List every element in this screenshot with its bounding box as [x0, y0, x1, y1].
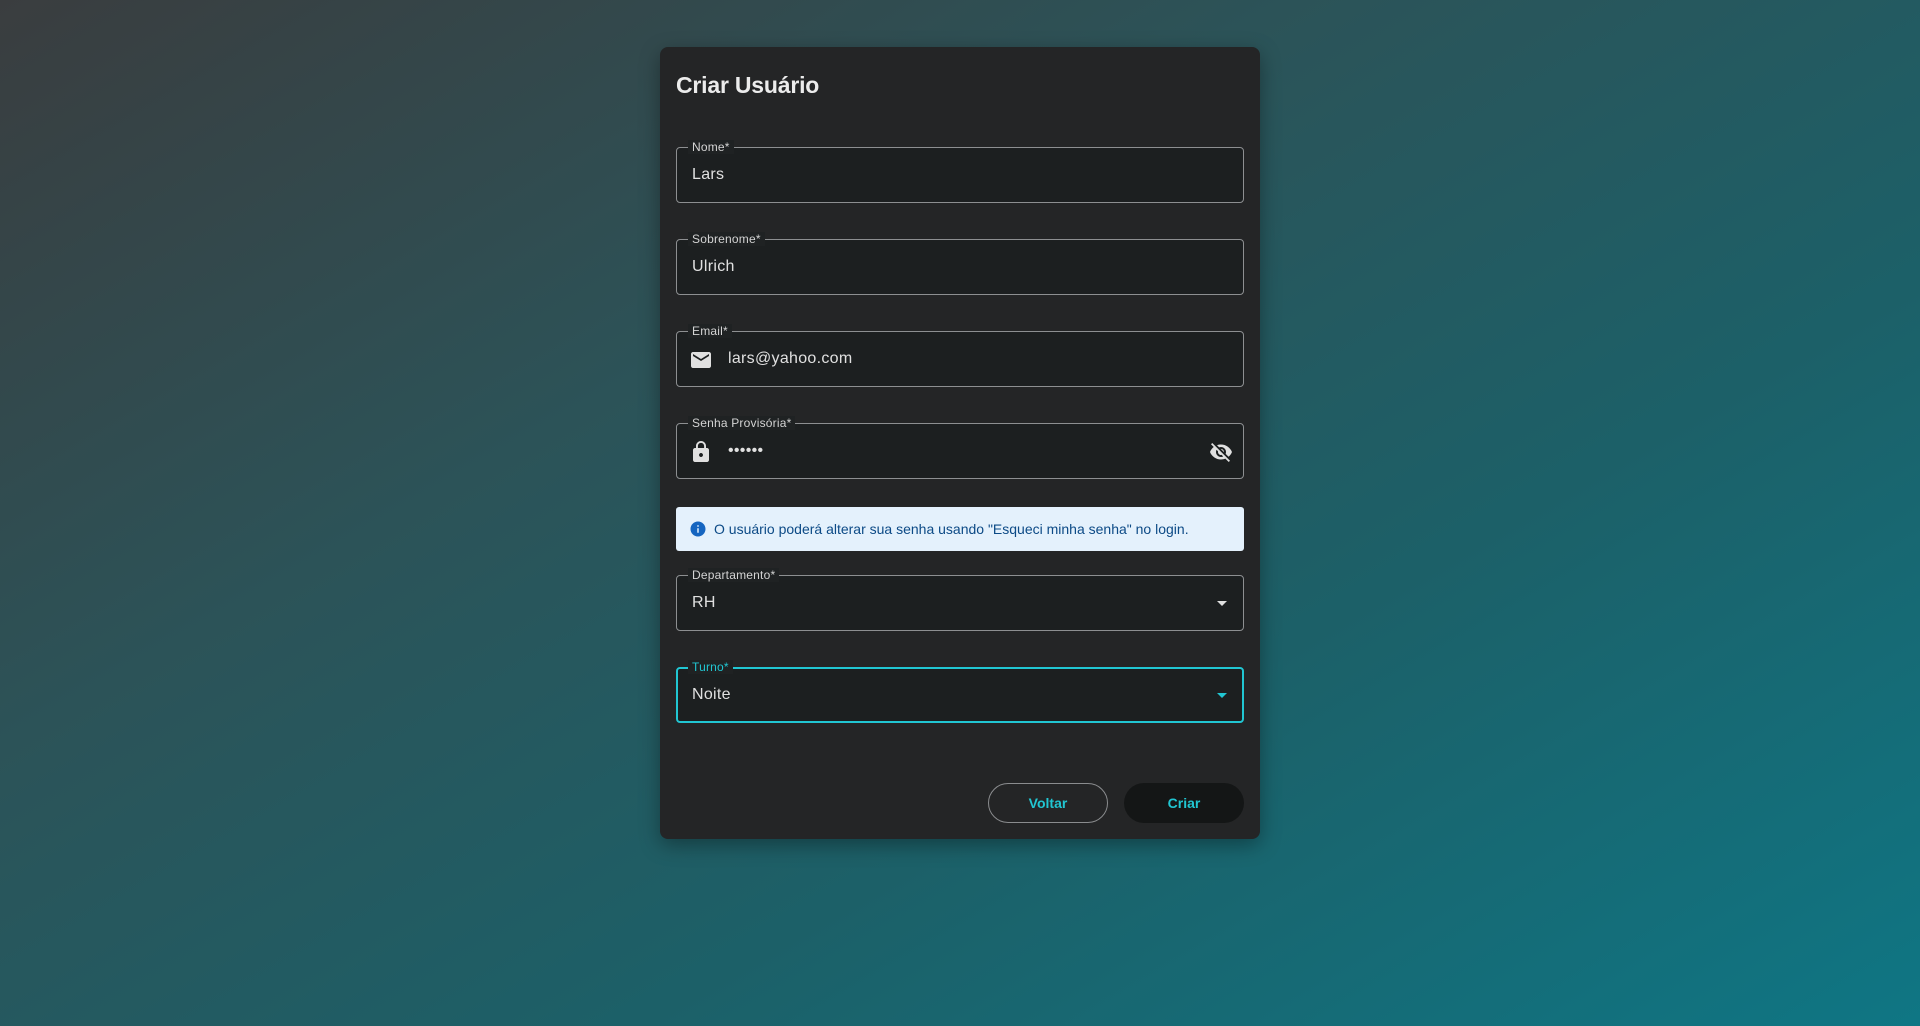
- department-label: Departamento*: [688, 568, 780, 582]
- first-name-value: Lars: [692, 166, 725, 183]
- back-button[interactable]: Voltar: [988, 783, 1108, 823]
- email-label: Email*: [688, 324, 732, 338]
- info-icon: [690, 521, 706, 537]
- info-alert-text: O usuário poderá alterar sua senha usand…: [714, 521, 1189, 537]
- last-name-field[interactable]: Sobrenome* Ulrich: [676, 232, 1244, 295]
- create-user-card: Criar Usuário Nome* Lars Sobrenome* Ulri…: [660, 47, 1260, 839]
- temporary-password-label: Senha Provisória*: [688, 416, 796, 430]
- last-name-value: Ulrich: [692, 258, 735, 275]
- shift-value: Noite: [692, 686, 731, 703]
- page-title: Criar Usuário: [676, 72, 820, 98]
- email-field[interactable]: Email* lars@yahoo.com: [676, 324, 1244, 387]
- temporary-password-value: ••••••: [728, 442, 764, 459]
- department-select[interactable]: Departamento* RH: [676, 568, 1244, 631]
- first-name-field[interactable]: Nome* Lars: [676, 140, 1244, 203]
- visibility-off-icon[interactable]: [1209, 440, 1233, 464]
- shift-label: Turno*: [688, 660, 733, 674]
- dropdown-arrow-icon: [1217, 693, 1227, 698]
- first-name-label: Nome*: [688, 140, 734, 154]
- last-name-label: Sobrenome*: [688, 232, 765, 246]
- shift-select[interactable]: Turno* Noite: [676, 660, 1244, 723]
- email-icon: [691, 352, 711, 368]
- lock-icon: [693, 441, 709, 462]
- department-value: RH: [692, 594, 716, 611]
- dropdown-arrow-icon: [1217, 601, 1227, 606]
- create-button[interactable]: Criar: [1124, 783, 1244, 823]
- temporary-password-field[interactable]: Senha Provisória* ••••••: [676, 416, 1244, 479]
- password-info-alert: O usuário poderá alterar sua senha usand…: [676, 507, 1244, 551]
- email-value: lars@yahoo.com: [728, 350, 853, 367]
